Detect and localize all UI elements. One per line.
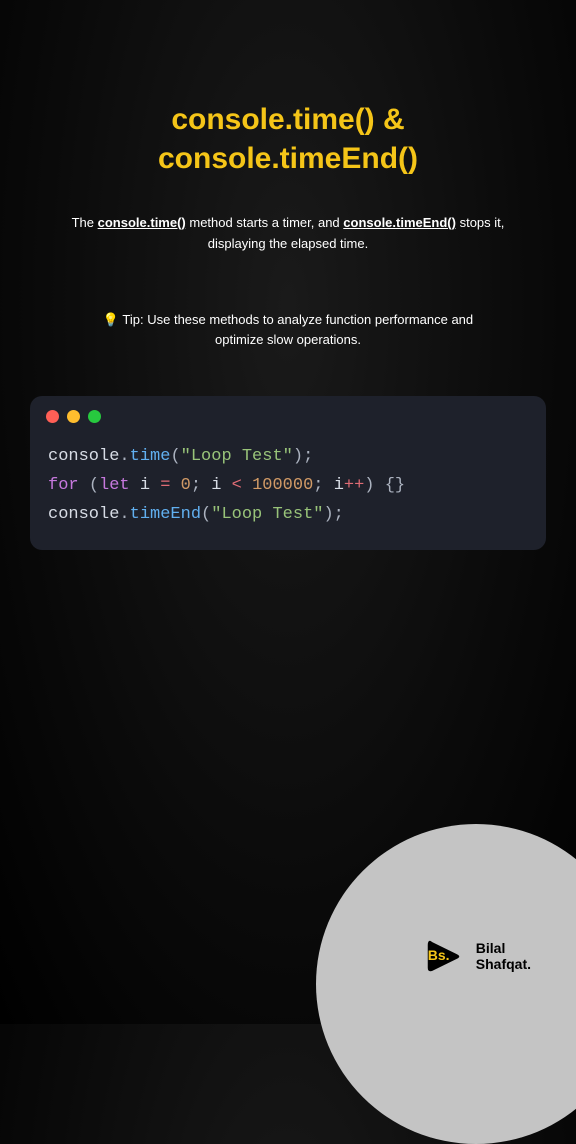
code-token: for	[48, 476, 79, 495]
code-token: console	[48, 505, 119, 524]
code-token	[242, 476, 252, 495]
tip-text: 💡 Tip: Use these methods to analyze func…	[50, 310, 526, 352]
code-line-2: for (let i = 0; i < 100000; i++) {}	[48, 472, 528, 501]
window-minimize-icon	[67, 410, 80, 423]
window-controls	[30, 396, 546, 437]
code-token: <	[232, 476, 242, 495]
code-token: i	[211, 476, 221, 495]
code-token	[201, 476, 211, 495]
logo-text-bs: Bs.	[428, 947, 450, 963]
code-token: timeEnd	[130, 505, 201, 524]
code-content: console.time("Loop Test"); for (let i = …	[30, 437, 546, 550]
code-token: .	[119, 505, 129, 524]
code-token: (	[170, 447, 180, 466]
code-token	[221, 476, 231, 495]
code-token	[150, 476, 160, 495]
code-token: ;	[191, 476, 201, 495]
brand-name-line1: Bilal	[476, 941, 531, 956]
code-token	[170, 476, 180, 495]
page-title: console.time() & console.timeEnd()	[50, 100, 526, 178]
code-token	[130, 476, 140, 495]
code-token: "Loop Test"	[211, 505, 323, 524]
code-token: ++	[344, 476, 364, 495]
code-token: let	[99, 476, 130, 495]
logo-icon: Bs.	[421, 934, 466, 979]
code-token: .	[119, 447, 129, 466]
description-highlight-1: console.time()	[98, 215, 186, 230]
code-token: =	[160, 476, 170, 495]
code-token	[375, 476, 385, 495]
code-token: console	[48, 447, 119, 466]
code-token: )	[364, 476, 374, 495]
code-token: time	[130, 447, 171, 466]
code-token: )	[293, 447, 303, 466]
code-line-3: console.timeEnd("Loop Test");	[48, 501, 528, 530]
code-token: 0	[181, 476, 191, 495]
code-token: (	[89, 476, 99, 495]
code-token: )	[323, 505, 333, 524]
code-token: (	[201, 505, 211, 524]
code-line-1: console.time("Loop Test");	[48, 443, 528, 472]
code-token: 100000	[252, 476, 313, 495]
code-token: i	[334, 476, 344, 495]
description-prefix: The	[72, 215, 98, 230]
code-token: ;	[313, 476, 323, 495]
window-close-icon	[46, 410, 59, 423]
description-text: The console.time() method starts a timer…	[50, 213, 526, 255]
footer-circle	[316, 824, 576, 1144]
brand-name-line2: Shafqat.	[476, 957, 531, 972]
code-token: {}	[385, 476, 405, 495]
code-token	[79, 476, 89, 495]
code-token: ;	[303, 447, 313, 466]
window-maximize-icon	[88, 410, 101, 423]
code-token: ;	[334, 505, 344, 524]
code-block: console.time("Loop Test"); for (let i = …	[30, 396, 546, 550]
code-token: "Loop Test"	[181, 447, 293, 466]
brand-name: Bilal Shafqat.	[476, 941, 531, 972]
code-token: i	[140, 476, 150, 495]
description-highlight-2: console.timeEnd()	[343, 215, 456, 230]
brand-logo: Bs. Bilal Shafqat.	[421, 934, 531, 979]
description-mid: method starts a timer, and	[186, 215, 344, 230]
code-token	[323, 476, 333, 495]
